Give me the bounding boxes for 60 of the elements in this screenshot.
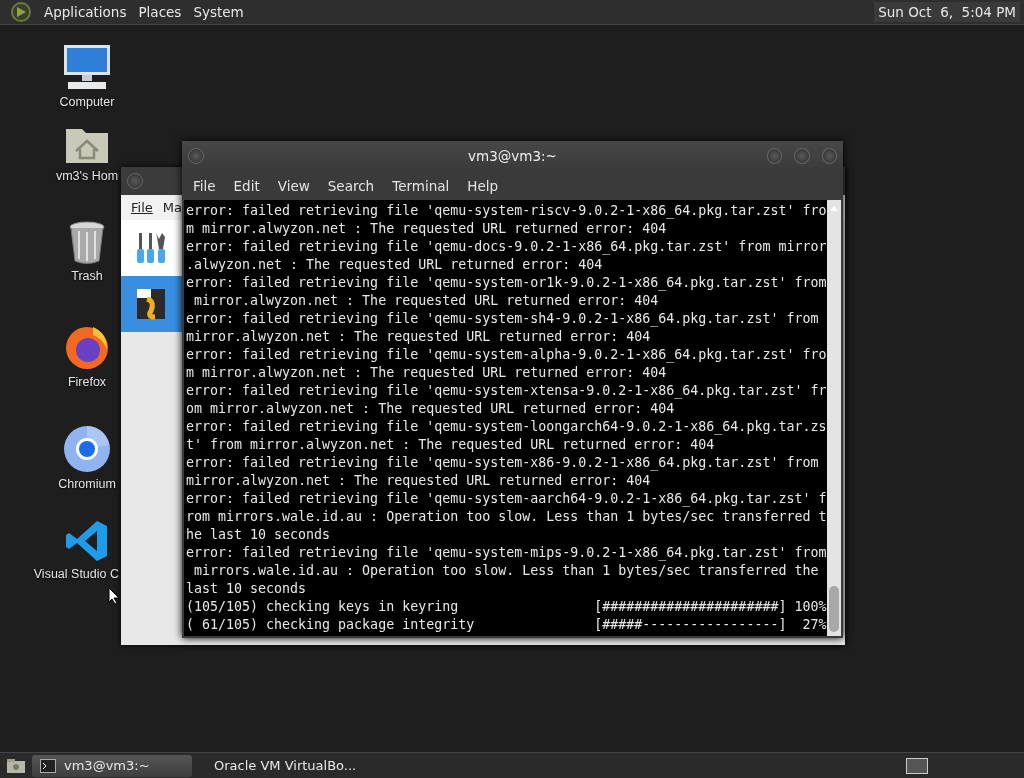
terminal-line: error: failed retrieving file 'qemu-system-mips-9.0.2-1-x86_64.pkg.tar.zst' from <box>186 544 827 562</box>
panel-menu[interactable]: Applications <box>44 4 127 20</box>
list-item[interactable] <box>121 220 182 276</box>
terminal-line: error: failed retrieving file 'qemu-system-aarch64-9.0.2-1-x86_64.pkg.tar.zst' f <box>186 490 827 508</box>
list-item[interactable] <box>121 276 182 332</box>
menu-item[interactable]: Search <box>318 177 384 194</box>
menu-item[interactable]: View <box>268 177 319 194</box>
menu-item[interactable]: Terminal <box>383 177 459 194</box>
distro-logo-icon[interactable] <box>10 1 32 23</box>
menu-item[interactable]: File <box>184 177 225 194</box>
terminal-line: om mirror.alwyzon.net : The requested URL returned error: 404 <box>186 400 675 418</box>
show-desktop-icon[interactable] <box>6 757 26 774</box>
terminal-line: mirror.alwyzon.net : The requested URL returned error: 404 <box>186 328 651 346</box>
virtual-machine-icon <box>135 287 167 321</box>
desktop-icon-label[interactable]: vm3's Hom <box>55 169 119 183</box>
terminal-line: m mirror.alwyzon.net : The requested URL returned error: 404 <box>186 364 667 382</box>
taskbar-button[interactable]: Oracle VM VirtualBo... <box>198 754 358 777</box>
desktop-icon-label[interactable]: Visual Studio C <box>33 567 119 581</box>
terminal-line: rom mirrors.wale.id.au : Operation too slow. Less than 1 bytes/sec transferred t <box>186 508 827 526</box>
computer-icon[interactable] <box>62 43 112 91</box>
desktop-icon-label[interactable]: Chromium <box>58 477 116 491</box>
terminal-line: m mirror.alwyzon.net : The requested URL returned error: 404 <box>186 220 667 238</box>
scrollbar-thumb[interactable] <box>829 586 839 632</box>
trash-icon[interactable] <box>68 221 106 265</box>
terminal-line: (105/105) checking keys in keyring [######################] 100% <box>186 598 827 616</box>
terminal-line: error: failed retrieving file 'qemu-docs-9.0.2-1-x86_64.pkg.tar.zst' from mirror <box>186 238 827 256</box>
tools-icon <box>135 231 167 265</box>
desktop-icon-label[interactable]: Trash <box>71 269 103 283</box>
panel-menu[interactable]: System <box>193 4 244 20</box>
code-editor-icon[interactable] <box>65 519 109 563</box>
workspace-switcher[interactable] <box>906 757 928 774</box>
terminal-line: error: failed retrieving file 'qemu-system-sh4-9.0.2-1-x86_64.pkg.tar.zst' from <box>186 310 819 328</box>
window-title: vm3@vm3:~ <box>467 148 558 164</box>
terminal-line: mirrors.wale.id.au : Operation too slow. Less than 1 bytes/sec transferred the <box>193 562 819 580</box>
terminal-line: error: failed retrieving file 'qemu-system-riscv-9.0.2-1-x86_64.pkg.tar.zst' fro <box>186 202 827 220</box>
terminal-line: error: failed retrieving file 'qemu-system-alpha-9.0.2-1-x86_64.pkg.tar.zst' fro <box>186 346 827 364</box>
menu-item[interactable]: Help <box>458 177 508 194</box>
terminal-line: mirror.alwyzon.net : The requested URL returned error: 404 <box>193 292 659 310</box>
desktop-icon-label[interactable]: Firefox <box>67 375 107 389</box>
terminal-icon <box>40 758 56 773</box>
terminal-line: .alwyzon.net : The requested URL returned error: 404 <box>186 256 603 274</box>
taskbar-button[interactable]: vm3@vm3:~ <box>32 754 192 777</box>
clock[interactable]: Sun Oct 6, 5:04 PM <box>874 2 1020 22</box>
terminal-line: error: failed retrieving file 'qemu-system-x86-9.0.2-1-x86_64.pkg.tar.zst' from <box>186 454 819 472</box>
menu-item[interactable]: File <box>131 200 153 215</box>
mouse-pointer-icon <box>108 587 120 605</box>
terminal-line: he last 10 seconds <box>186 526 331 544</box>
terminal-line: error: failed retrieving file 'qemu-system-loongarch64-9.0.2-1-x86_64.pkg.tar.zs <box>186 418 827 436</box>
terminal-line: ( 61/105) checking package integrity [#####-----------------] 27% <box>186 616 827 634</box>
panel-menu[interactable]: Places <box>138 4 182 20</box>
terminal-line: mirror.alwyzon.net : The requested URL returned error: 404 <box>186 472 651 490</box>
menu-item[interactable]: Edit <box>224 177 269 194</box>
terminal-line: last 10 seconds <box>186 580 307 598</box>
terminal-line: t' from mirror.alwyzon.net : The requested URL returned error: 404 <box>186 436 715 454</box>
menu-item[interactable]: Ma <box>162 200 182 215</box>
terminal-line: error: failed retrieving file 'qemu-system-or1k-9.0.2-1-x86_64.pkg.tar.zst' from <box>186 274 827 292</box>
desktop-icon-label[interactable]: Computer <box>59 95 115 109</box>
chromium-icon[interactable] <box>63 425 111 473</box>
terminal-line: error: failed retrieving file 'qemu-system-xtensa-9.0.2-1-x86_64.pkg.tar.zst' fr <box>186 382 827 400</box>
scrollbar[interactable] <box>827 200 841 636</box>
